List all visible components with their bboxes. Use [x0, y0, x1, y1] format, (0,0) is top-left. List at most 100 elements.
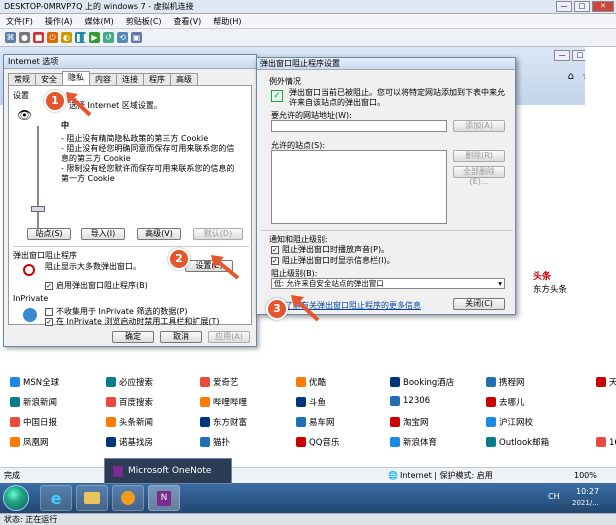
- onenote-thumbnail-popup[interactable]: Microsoft OneNote: [104, 458, 232, 484]
- onenote-taskbar-icon[interactable]: N: [148, 485, 180, 511]
- site-link[interactable]: 新浪新闻: [10, 396, 57, 408]
- menu-action[interactable]: 操作(A): [45, 16, 73, 27]
- site-link[interactable]: 去哪儿: [486, 396, 525, 408]
- menu-media[interactable]: 媒体(M): [85, 16, 114, 27]
- site-favicon-icon: [296, 377, 306, 387]
- ok-button[interactable]: 确定: [112, 331, 154, 343]
- site-link[interactable]: 中国日报: [10, 416, 57, 428]
- menu-view[interactable]: 查看(V): [174, 16, 202, 27]
- site-link[interactable]: 斗鱼: [296, 396, 326, 408]
- zoom-level[interactable]: 100%: [574, 471, 597, 480]
- step-badge-2: 2: [168, 248, 190, 270]
- cancel-button[interactable]: 取消: [160, 331, 202, 343]
- site-link[interactable]: 163邮: [596, 436, 616, 448]
- apply-button[interactable]: 应用(A): [208, 331, 250, 343]
- tab-general[interactable]: 常规: [8, 73, 36, 85]
- ie-minimize-button[interactable]: —: [554, 50, 570, 61]
- delete-site-button[interactable]: 删除(R): [453, 150, 505, 162]
- tab-privacy[interactable]: 隐私: [62, 71, 90, 85]
- site-link-label: 天: [609, 378, 616, 388]
- tab-connections[interactable]: 连接: [116, 73, 144, 85]
- enhanced-session-icon[interactable]: ▣: [131, 32, 142, 43]
- save-state-icon[interactable]: ◐: [61, 32, 72, 43]
- inprivate-toolbar-label: 在 InPrivate 浏览启动时禁用工具栏和扩展(T): [56, 317, 220, 326]
- menu-clipboard[interactable]: 剪贴板(C): [126, 16, 162, 27]
- enable-popup-blocker-checkbox[interactable]: ✓: [45, 281, 53, 290]
- no-popup-icon: [23, 264, 35, 276]
- start-icon[interactable]: ●: [19, 32, 30, 43]
- inprivate-filter-checkbox[interactable]: [45, 307, 53, 316]
- site-link-label: 哔哩哔哩: [213, 398, 248, 408]
- default-button[interactable]: 默认(D): [193, 228, 243, 240]
- stop-icon[interactable]: ■: [33, 32, 44, 43]
- reset-icon[interactable]: ▶: [89, 32, 100, 43]
- maximize-button[interactable]: □: [574, 1, 590, 12]
- minimize-button[interactable]: —: [556, 1, 572, 12]
- site-link[interactable]: Outlook邮箱: [486, 436, 549, 448]
- site-link[interactable]: 头条新闻: [106, 416, 153, 428]
- tab-content[interactable]: 内容: [89, 73, 117, 85]
- site-link[interactable]: 爱奇艺: [200, 376, 239, 388]
- add-site-button[interactable]: 添加(A): [453, 120, 505, 132]
- site-link[interactable]: 淘宝网: [390, 416, 429, 428]
- import-button[interactable]: 导入(I): [81, 228, 125, 240]
- tab-programs[interactable]: 程序: [143, 73, 171, 85]
- site-link[interactable]: 百度搜索: [106, 396, 153, 408]
- info-bar-checkbox[interactable]: ✓: [271, 256, 279, 265]
- checkpoint-icon[interactable]: ↺: [103, 32, 114, 43]
- shutdown-icon[interactable]: ⏻: [47, 32, 58, 43]
- advanced-button[interactable]: 高级(V): [137, 228, 181, 240]
- site-link[interactable]: 东方财富: [200, 416, 247, 428]
- site-link[interactable]: 12306: [390, 396, 430, 406]
- site-link[interactable]: 易车网: [296, 416, 335, 428]
- site-link-label: 猫扑: [213, 438, 231, 448]
- ie-taskbar-icon[interactable]: e: [40, 485, 72, 511]
- revert-icon[interactable]: ⟲: [117, 32, 128, 43]
- site-link[interactable]: 哔哩哔哩: [200, 396, 247, 408]
- dialog-title: Internet 选项: [8, 57, 59, 66]
- site-link[interactable]: 凤凰网: [10, 436, 49, 448]
- delete-all-button[interactable]: 全部删除(E)...: [453, 166, 505, 186]
- site-link[interactable]: Booking酒店: [390, 376, 454, 388]
- site-link[interactable]: QQ音乐: [296, 436, 339, 448]
- privacy-slider-thumb[interactable]: [31, 206, 45, 212]
- menu-help[interactable]: 帮助(H): [213, 16, 241, 27]
- input-language[interactable]: CH: [548, 492, 560, 501]
- block-level-select[interactable]: 低: 允许来自安全站点的弹出窗口 ▾: [271, 278, 505, 289]
- site-link[interactable]: 沪江网校: [486, 416, 533, 428]
- privacy-slider-track[interactable]: [37, 126, 39, 232]
- news-source[interactable]: 东方头条: [533, 283, 567, 295]
- site-link[interactable]: 携程网: [486, 376, 525, 388]
- site-link[interactable]: 天: [596, 376, 616, 388]
- allowed-sites-list[interactable]: [271, 150, 447, 224]
- inprivate-toolbar-checkbox[interactable]: ✓: [45, 317, 53, 326]
- site-link[interactable]: 优酷: [296, 376, 326, 388]
- site-address-input[interactable]: [271, 120, 447, 132]
- block-level-value: 低: 允许来自安全站点的弹出窗口: [274, 279, 384, 288]
- site-link-label: 新浪新闻: [23, 398, 58, 408]
- news-headline[interactable]: 头条: [533, 269, 551, 282]
- ctrl-alt-del-icon[interactable]: ⌘: [5, 32, 16, 43]
- close-dialog-button[interactable]: 关闭(C): [453, 298, 505, 310]
- site-link[interactable]: 必应搜索: [106, 376, 153, 388]
- tab-advanced[interactable]: 高级: [170, 73, 198, 85]
- zone-status[interactable]: Internet | 保护模式: 启用: [400, 470, 493, 481]
- media-player-icon: [121, 491, 135, 505]
- sites-button[interactable]: 站点(S): [27, 228, 71, 240]
- site-link[interactable]: 新浪体育: [390, 436, 437, 448]
- site-link[interactable]: 诺基找房: [106, 436, 153, 448]
- close-button[interactable]: ✕: [592, 1, 614, 12]
- site-link[interactable]: MSN全球: [10, 376, 59, 388]
- play-sound-label: 阻止弹出窗口时播放声音(P)。: [282, 245, 390, 254]
- start-button[interactable]: [3, 485, 29, 511]
- site-link[interactable]: 猫扑: [200, 436, 230, 448]
- play-sound-checkbox[interactable]: ✓: [271, 245, 279, 254]
- tab-security[interactable]: 安全: [35, 73, 63, 85]
- onenote-popup-label: Microsoft OneNote: [128, 466, 212, 476]
- media-player-taskbar-icon[interactable]: [112, 485, 144, 511]
- pause-icon[interactable]: ❚❚: [75, 32, 88, 43]
- menu-file[interactable]: 文件(F): [6, 16, 33, 27]
- clock-time[interactable]: 10:27: [576, 487, 599, 496]
- home-icon[interactable]: ⌂: [568, 71, 574, 82]
- explorer-taskbar-icon[interactable]: [76, 485, 108, 511]
